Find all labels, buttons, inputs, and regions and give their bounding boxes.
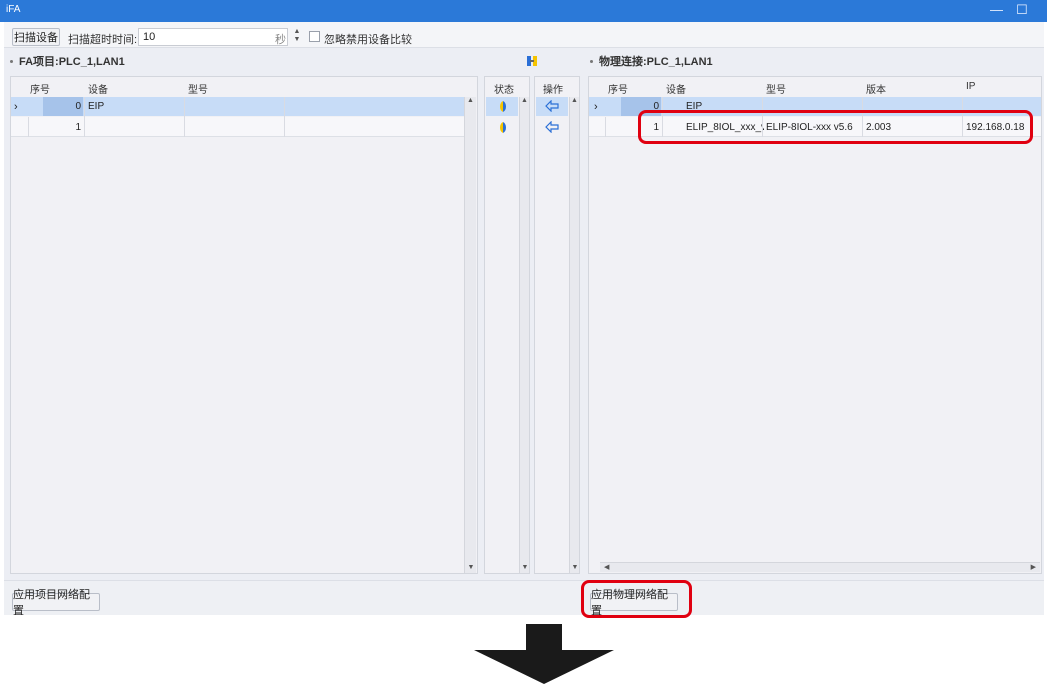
- row-index: 0: [75, 101, 81, 112]
- arrow-down-icon: [474, 624, 614, 684]
- left-col-device: 设备: [88, 85, 108, 96]
- left-grid: [10, 76, 478, 574]
- copy-left-arrow-icon[interactable]: [545, 120, 559, 134]
- copy-left-arrow-icon[interactable]: [545, 99, 559, 113]
- status-scrollbar[interactable]: ▲ ▼: [519, 97, 529, 573]
- ignore-disabled-checkbox[interactable]: [309, 31, 320, 42]
- left-panel-header: FA项目:PLC_1,LAN1: [10, 54, 125, 68]
- right-hscrollbar[interactable]: ◀ ▶: [600, 562, 1040, 572]
- scroll-left-icon[interactable]: ◀: [604, 563, 609, 571]
- right-panel-title: 物理连接:PLC_1,LAN1: [599, 56, 713, 68]
- compare-icon[interactable]: [524, 53, 540, 69]
- maximize-button[interactable]: ☐: [1016, 2, 1028, 18]
- left-panel-title: FA项目:PLC_1,LAN1: [19, 56, 125, 68]
- expand-chevron-icon[interactable]: ›: [594, 97, 598, 116]
- left-scrollbar[interactable]: ▲ ▼: [464, 97, 476, 573]
- highlight-apply-button: [581, 580, 692, 618]
- status-header: 状态: [494, 85, 514, 96]
- window-title: iFA: [6, 4, 21, 15]
- action-scrollbar[interactable]: ▲ ▼: [569, 97, 579, 573]
- timeout-label: 扫描超时时间:: [68, 34, 138, 46]
- right-grid: [588, 76, 1042, 574]
- grid-divider: [28, 117, 29, 137]
- right-col-index: 序号: [608, 85, 628, 96]
- grid-divider: [605, 117, 606, 137]
- status-mismatch-icon: [497, 100, 509, 113]
- right-col-ip: IP: [966, 81, 976, 92]
- scroll-up-icon[interactable]: ▲: [520, 97, 529, 104]
- highlight-device-row: [638, 110, 1033, 144]
- minimize-button[interactable]: —: [990, 2, 1003, 17]
- scan-devices-button[interactable]: 扫描设备: [12, 28, 60, 46]
- grid-divider: [284, 97, 285, 137]
- bottom-bar: [4, 580, 1044, 615]
- apply-project-config-button[interactable]: 应用项目网络配置: [12, 589, 100, 617]
- right-col-device: 设备: [666, 85, 686, 96]
- timeout-value: 10: [143, 31, 156, 43]
- scroll-down-icon[interactable]: ▼: [465, 564, 477, 571]
- row-index: 1: [75, 121, 81, 133]
- title-bar: iFA — ☐: [0, 0, 1047, 22]
- left-col-model: 型号: [188, 85, 208, 96]
- timeout-spinner[interactable]: ▲ ▼: [292, 28, 302, 46]
- status-mismatch-icon: [497, 121, 509, 134]
- scroll-up-icon[interactable]: ▲: [570, 97, 579, 104]
- action-header: 操作: [543, 85, 563, 96]
- timeout-input[interactable]: 10: [138, 28, 288, 46]
- right-col-model: 型号: [766, 85, 786, 96]
- scroll-up-icon[interactable]: ▲: [465, 97, 476, 104]
- grid-divider: [84, 97, 85, 137]
- right-panel-header: 物理连接:PLC_1,LAN1: [590, 54, 713, 68]
- left-col-index: 序号: [30, 85, 50, 96]
- ignore-disabled-label: 忽略禁用设备比较: [324, 34, 412, 46]
- bullet-icon: [10, 59, 13, 63]
- expand-chevron-icon[interactable]: ›: [14, 97, 18, 116]
- timeout-unit: 秒: [275, 34, 286, 46]
- scroll-down-icon[interactable]: ▼: [570, 564, 580, 571]
- bullet-icon: [590, 59, 593, 63]
- row-device: EIP: [88, 101, 105, 112]
- scroll-down-icon[interactable]: ▼: [520, 564, 530, 571]
- grid-divider: [184, 97, 185, 137]
- right-col-version: 版本: [866, 85, 886, 96]
- scroll-right-icon[interactable]: ▶: [1031, 563, 1036, 571]
